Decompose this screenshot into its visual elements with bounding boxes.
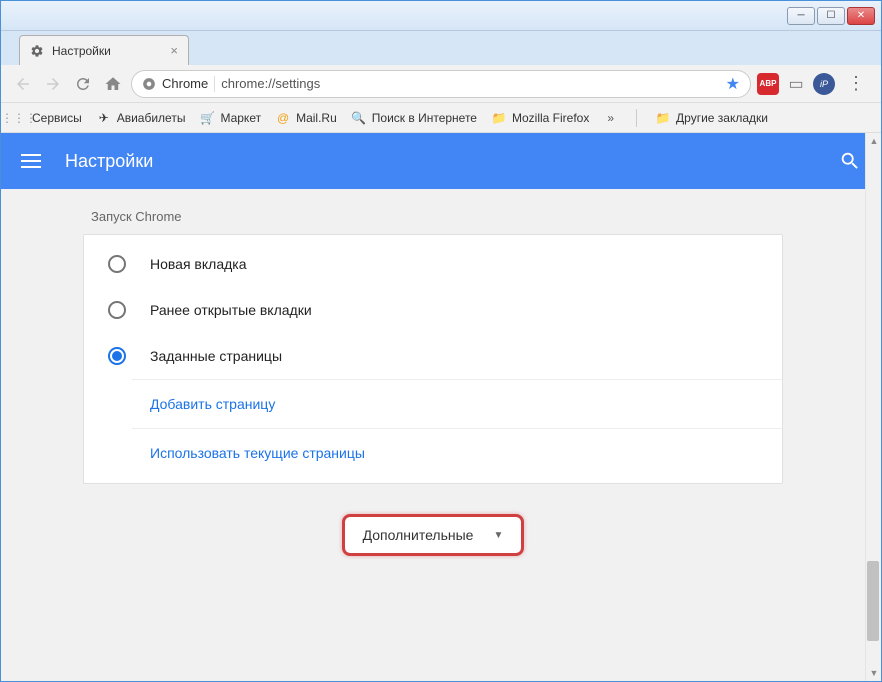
browser-menu-button[interactable]: ⋮ <box>841 73 871 94</box>
wand-extension-icon[interactable]: ▭ <box>785 73 807 95</box>
arrow-left-icon <box>14 75 32 93</box>
close-window-button[interactable]: ✕ <box>847 7 875 25</box>
settings-body: Запуск Chrome Новая вкладка Ранее открыт… <box>1 189 865 681</box>
scroll-thumb[interactable] <box>867 561 879 641</box>
gear-icon <box>30 44 44 58</box>
search-icon[interactable] <box>839 150 861 172</box>
scroll-up-icon[interactable]: ▲ <box>866 133 881 149</box>
advanced-section: Дополнительные ▼ <box>1 514 865 556</box>
radio-continue-where-left-off[interactable]: Ранее открытые вкладки <box>84 287 782 333</box>
bookmarks-overflow[interactable]: » <box>603 111 618 125</box>
bookmark-search-web[interactable]: 🔍 Поиск в Интернете <box>351 110 477 126</box>
plane-icon: ✈ <box>96 110 112 126</box>
chevron-down-icon: ▼ <box>493 530 503 541</box>
url-text: chrome://settings <box>221 76 320 91</box>
adblock-extension-icon[interactable]: ABP <box>757 73 779 95</box>
bookmark-flights[interactable]: ✈ Авиабилеты <box>96 110 186 126</box>
radio-icon <box>108 255 126 273</box>
window: ─ ☐ ✕ Настройки × Chrome chrome://settin… <box>0 0 882 682</box>
advanced-toggle-button[interactable]: Дополнительные ▼ <box>342 514 525 556</box>
address-bar[interactable]: Chrome chrome://settings ★ <box>131 70 751 98</box>
tab-close-icon[interactable]: × <box>170 43 178 58</box>
bookmarks-bar: ⋮⋮⋮ Сервисы ✈ Авиабилеты 🛒 Маркет @ Mail… <box>1 103 881 133</box>
tab-strip: Настройки × <box>1 31 881 65</box>
bookmark-other[interactable]: 📁 Другие закладки <box>655 110 768 126</box>
home-button[interactable] <box>101 72 125 96</box>
tab-title: Настройки <box>52 44 111 58</box>
reload-icon <box>74 75 92 93</box>
apps-grid-icon: ⋮⋮⋮ <box>11 110 27 126</box>
magnifier-icon: 🔍 <box>351 110 367 126</box>
settings-header: Настройки <box>1 133 881 189</box>
radio-open-new-tab[interactable]: Новая вкладка <box>84 241 782 287</box>
radio-icon <box>108 301 126 319</box>
radio-icon <box>108 347 126 365</box>
maximize-button[interactable]: ☐ <box>817 7 845 25</box>
folder-icon: 📁 <box>655 110 671 126</box>
scroll-down-icon[interactable]: ▼ <box>866 665 881 681</box>
bookmarks-separator <box>636 109 637 127</box>
ip-extension-icon[interactable]: iP <box>813 73 835 95</box>
chrome-logo-icon <box>142 77 156 91</box>
specific-pages-sublinks: Добавить страницу Использовать текущие с… <box>132 379 782 477</box>
bookmark-mailru[interactable]: @ Mail.Ru <box>275 110 337 126</box>
bookmark-services[interactable]: ⋮⋮⋮ Сервисы <box>11 110 82 126</box>
add-new-page-link[interactable]: Добавить страницу <box>132 380 782 429</box>
folder-icon: 📁 <box>491 110 507 126</box>
reload-button[interactable] <box>71 72 95 96</box>
minimize-button[interactable]: ─ <box>787 7 815 25</box>
use-current-pages-link[interactable]: Использовать текущие страницы <box>132 429 782 477</box>
radio-open-specific-pages[interactable]: Заданные страницы <box>84 333 782 379</box>
mailru-icon: @ <box>275 110 291 126</box>
home-icon <box>104 75 122 93</box>
omnibox-divider <box>214 76 215 92</box>
section-on-startup-label: Запуск Chrome <box>83 209 783 224</box>
bookmark-market[interactable]: 🛒 Маркет <box>199 110 261 126</box>
content-area: Настройки Запуск Chrome Новая вкладка Ра… <box>1 133 881 681</box>
settings-title: Настройки <box>65 151 153 172</box>
bookmark-star-icon[interactable]: ★ <box>726 74 740 94</box>
arrow-right-icon <box>44 75 62 93</box>
protocol-label: Chrome <box>162 76 208 91</box>
vertical-scrollbar[interactable]: ▲ ▼ <box>865 133 881 681</box>
bookmark-firefox[interactable]: 📁 Mozilla Firefox <box>491 110 589 126</box>
forward-button[interactable] <box>41 72 65 96</box>
title-bar: ─ ☐ ✕ <box>1 1 881 31</box>
menu-hamburger-icon[interactable] <box>21 150 41 172</box>
nav-toolbar: Chrome chrome://settings ★ ABP ▭ iP ⋮ <box>1 65 881 103</box>
on-startup-card: Новая вкладка Ранее открытые вкладки Зад… <box>83 234 783 484</box>
browser-tab[interactable]: Настройки × <box>19 35 189 65</box>
cart-icon: 🛒 <box>199 110 215 126</box>
back-button[interactable] <box>11 72 35 96</box>
